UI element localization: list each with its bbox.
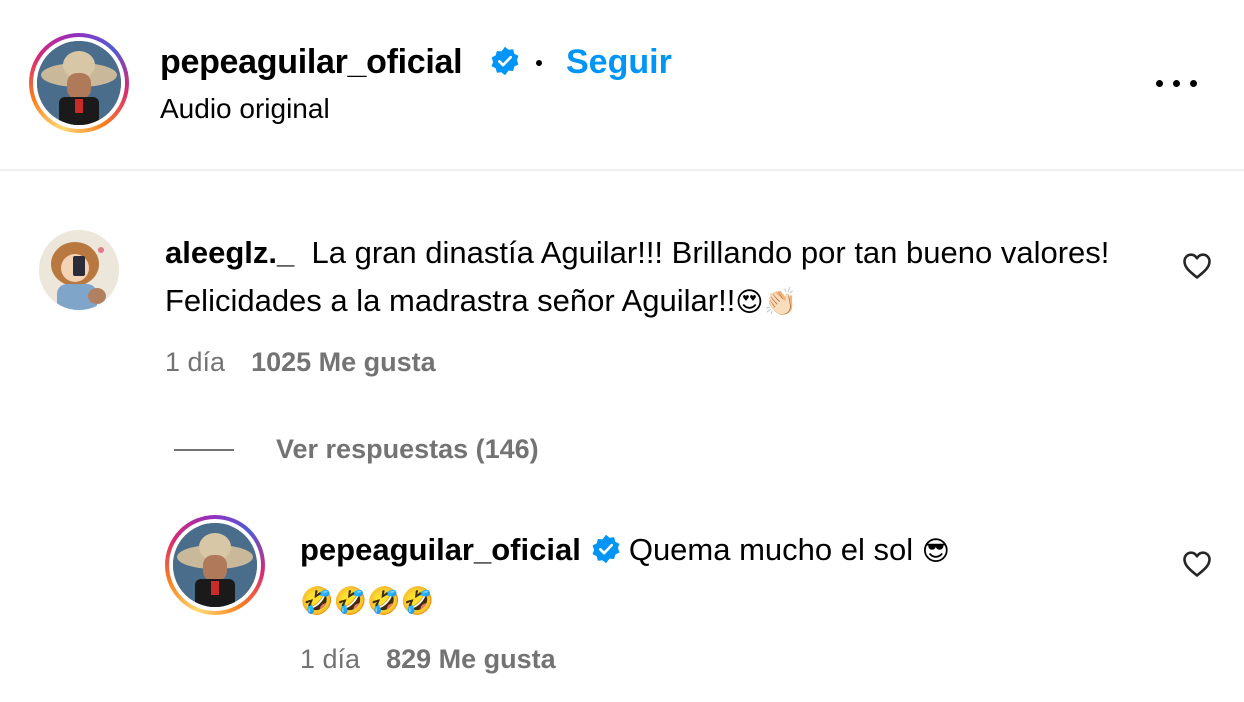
reply-likes[interactable]: 829 Me gusta: [386, 644, 556, 674]
comment-meta: 1 día 1025 Me gusta: [165, 344, 436, 380]
commenter-username[interactable]: aleeglz._: [165, 235, 294, 270]
reply-text: Quema mucho el sol: [628, 532, 914, 567]
header-username[interactable]: pepeaguilar_oficial: [160, 40, 463, 84]
reply-username[interactable]: pepeaguilar_oficial: [300, 532, 581, 567]
verified-badge-icon: [491, 46, 519, 76]
replies-divider: [174, 449, 234, 451]
header-avatar-ring[interactable]: [29, 33, 129, 133]
reply-body: pepeaguilar_oficial Quema mucho el sol 😎…: [300, 526, 1140, 626]
comment-body: aleeglz._ La gran dinastía Aguilar!!! Br…: [165, 229, 1155, 327]
reply-emoji-line: 🤣🤣🤣🤣: [300, 586, 435, 617]
reply-time[interactable]: 1 día: [300, 644, 360, 674]
post-header: pepeaguilar_oficial Seguir Audio origina…: [0, 0, 1244, 171]
reply-meta: 1 día 829 Me gusta: [300, 641, 556, 677]
more-options-icon[interactable]: [1156, 76, 1198, 90]
header-avatar: [37, 41, 121, 125]
comment-text: La gran dinastía Aguilar!!! Brillando po…: [165, 235, 1110, 318]
reply-emoji: 😎: [921, 536, 950, 567]
view-replies-button[interactable]: Ver respuestas (146): [276, 431, 539, 467]
follow-button[interactable]: Seguir: [566, 40, 672, 84]
comment-likes[interactable]: 1025 Me gusta: [251, 347, 436, 377]
heart-outline-icon[interactable]: [1182, 252, 1212, 280]
reply-avatar: [173, 523, 257, 607]
verified-badge-icon: [592, 534, 620, 564]
heart-outline-icon[interactable]: [1182, 550, 1212, 578]
audio-label[interactable]: Audio original: [160, 91, 330, 127]
reply-avatar-ring[interactable]: [165, 515, 265, 615]
commenter-avatar[interactable]: [39, 230, 119, 310]
comment-time[interactable]: 1 día: [165, 347, 225, 377]
comment-emojis: 😍👏🏻: [735, 287, 798, 318]
separator-dot: [536, 60, 542, 66]
